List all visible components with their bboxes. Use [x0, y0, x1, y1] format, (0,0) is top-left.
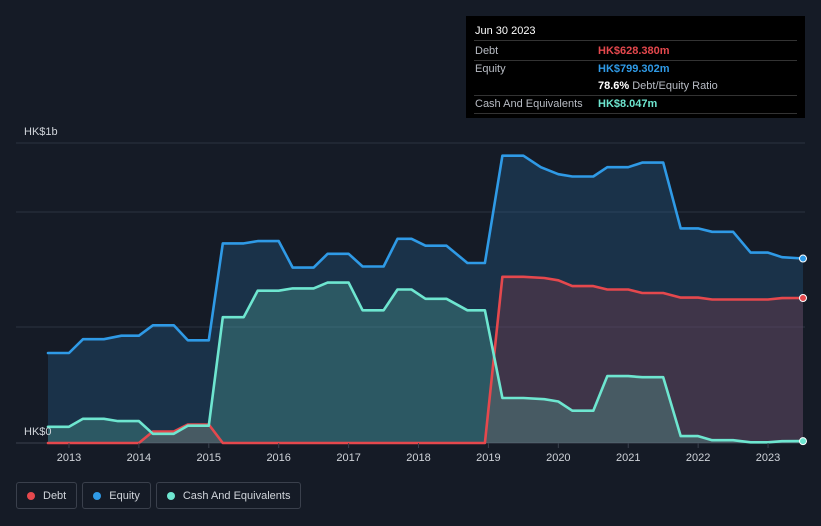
tooltip-ratio-spacer: [474, 78, 598, 95]
tooltip-row-equity: Equity HK$799.302m: [474, 61, 797, 78]
legend-debt-label: Debt: [43, 489, 67, 502]
legend-cash-label: Cash And Equivalents: [182, 489, 291, 502]
y-axis-bottom-label: HK$0: [24, 426, 52, 438]
x-tick-label: 2017: [336, 452, 360, 464]
legend-item-equity[interactable]: Equity: [82, 482, 151, 509]
x-tick-label: 2020: [546, 452, 570, 464]
x-tick-label: 2013: [57, 452, 81, 464]
chart-legend: Debt Equity Cash And Equivalents: [16, 482, 302, 509]
tooltip-cash-value: HK$8.047m: [598, 98, 658, 110]
x-axis-ticks: 2013 2014 2015 2016 2017 2018 2019 2020 2021 2022…: [57, 443, 780, 464]
tooltip-equity-value: HK$799.302m: [598, 63, 670, 75]
tooltip-date: Jun 30 2023: [474, 22, 797, 41]
legend-equity-label: Equity: [109, 489, 140, 502]
x-tick-label: 2018: [406, 452, 430, 464]
tooltip-equity-label: Equity: [475, 63, 506, 75]
tooltip-cash-label: Cash And Equivalents: [475, 98, 583, 110]
tooltip-row-cash: Cash And Equivalents HK$8.047m: [474, 96, 797, 114]
equity-dot-icon: [93, 491, 102, 500]
tooltip-row-debt: Debt HK$628.380m: [474, 43, 797, 61]
tooltip-debt-label: Debt: [475, 45, 499, 57]
tooltip-row-ratio: 78.6% Debt/Equity Ratio: [474, 78, 797, 96]
x-tick-label: 2023: [756, 452, 780, 464]
equity-endpoint: [799, 254, 807, 263]
data-tooltip: Jun 30 2023 Debt HK$628.380m Equity HK$7…: [466, 16, 805, 118]
debt-dot-icon: [27, 491, 35, 500]
x-tick-label: 2016: [266, 452, 290, 464]
cash-and-equivalents-endpoint: [799, 437, 807, 446]
x-tick-label: 2019: [476, 452, 500, 464]
tooltip-debt-value: HK$628.380m: [598, 45, 670, 57]
legend-item-cash[interactable]: Cash And Equivalents: [155, 482, 302, 509]
cash-dot-icon: [166, 491, 175, 500]
x-tick-label: 2021: [616, 452, 640, 464]
debt-endpoint: [799, 293, 807, 302]
tooltip-ratio-value: 78.6%: [598, 80, 630, 92]
x-tick-label: 2022: [686, 452, 710, 464]
tooltip-ratio-label: Debt/Equity Ratio: [632, 80, 718, 92]
x-tick-label: 2014: [127, 452, 151, 464]
legend-item-debt[interactable]: Debt: [16, 482, 78, 509]
x-tick-label: 2015: [197, 452, 221, 464]
y-axis-top-label: HK$1b: [24, 126, 58, 138]
